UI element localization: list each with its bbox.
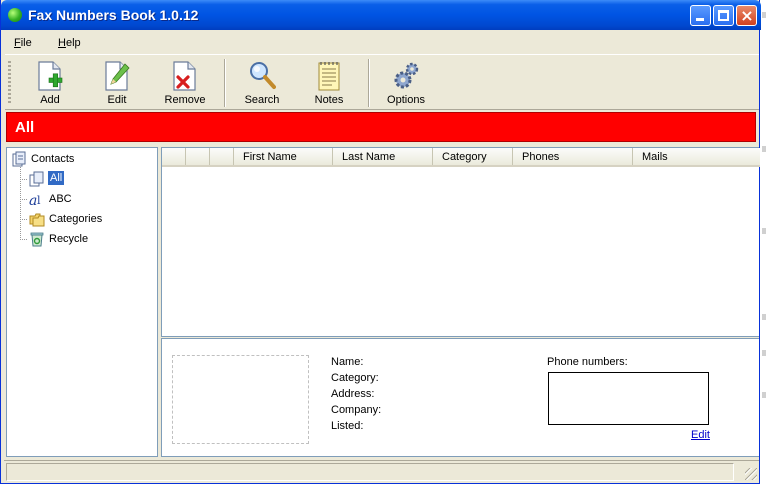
column-header-flag[interactable] [210,148,234,165]
app-window: Fax Numbers Book 1.0.12 × File Help Add [0,0,761,484]
svg-text:l: l [37,194,41,207]
contacts-tree[interactable]: Contacts All a l ABC Categories Recycle [6,147,158,457]
minimize-icon [696,18,704,21]
contact-details-panel: Name: Category: Address: Company: Listed… [161,338,759,457]
edit-label: Edit [107,94,127,106]
resize-grip-icon[interactable] [745,468,757,480]
grid-header: First Name Last Name Category Phones Mai… [162,148,760,167]
column-header-last-name[interactable]: Last Name [333,148,433,165]
phone-numbers-label: Phone numbers: [547,356,628,368]
background-strip [760,0,766,486]
maximize-button[interactable] [713,5,734,26]
category-label: Category: [331,372,379,384]
column-header-mails[interactable]: Mails [633,148,760,165]
edge-mark [762,314,766,320]
menu-bar: File Help [4,33,758,53]
edge-mark [762,228,766,234]
name-label: Name: [331,356,364,368]
contacts-book-icon [12,151,26,167]
column-header-icon[interactable] [186,148,210,165]
column-header-category[interactable]: Category [433,148,513,165]
close-button[interactable]: × [736,5,757,26]
tree-item-contacts[interactable]: Contacts [11,150,151,168]
tree-label-contacts: Contacts [31,153,75,165]
tree-item-abc[interactable]: a l ABC [29,190,149,208]
remove-button[interactable]: Remove [153,57,217,109]
edge-mark [762,350,766,356]
add-label: Add [40,94,60,106]
tree-label-all: All [48,171,65,185]
close-icon: × [740,6,754,25]
edge-mark [762,392,766,398]
tree-connector [20,239,28,240]
search-button[interactable]: Search [230,57,294,109]
remove-label: Remove [164,94,206,106]
toolbar: Add Edit Remove Search Notes Options [5,54,759,110]
recycle-bin-icon [30,232,44,247]
contacts-grid[interactable]: First Name Last Name Category Phones Mai… [161,147,760,337]
edit-button[interactable]: Edit [85,57,149,109]
listed-label: Listed: [331,420,364,432]
column-header-first-name[interactable]: First Name [234,148,333,165]
documents-icon [29,171,44,187]
contact-photo-placeholder[interactable] [172,355,309,444]
notes-label: Notes [314,94,344,106]
maximize-icon [718,10,729,21]
banner-title: All [15,119,35,136]
app-icon[interactable] [8,8,22,22]
title-bar[interactable]: Fax Numbers Book 1.0.12 × [1,0,761,30]
column-label: Phones [522,151,560,163]
toolbar-separator [368,59,370,107]
toolbar-grip[interactable] [8,61,11,105]
tree-connector [20,179,28,180]
column-header-phones[interactable]: Phones [513,148,633,165]
remove-contact-icon [173,61,196,91]
tree-item-recycle[interactable]: Recycle [29,230,149,248]
edit-pencil-icon [105,61,130,91]
gears-icon [394,62,419,89]
group-banner: All [6,112,756,142]
search-label: Search [244,94,280,106]
menu-file-label: ile [20,37,32,49]
menu-help-label: elp [65,37,81,49]
tree-label-abc: ABC [49,193,72,205]
menu-file-accel: F [14,37,21,49]
tree-label-categories: Categories [49,213,103,225]
add-button[interactable]: Add [18,57,82,109]
column-header-indicator[interactable] [162,148,186,165]
minimize-button[interactable] [690,5,711,26]
notes-icon [318,62,340,91]
folders-icon [29,213,45,227]
alphabet-icon: a l [29,193,41,207]
edge-mark [762,12,766,18]
menu-help[interactable]: Help [58,37,81,49]
search-icon [250,62,276,89]
tree-connector [20,219,28,220]
menu-help-accel: H [58,37,66,49]
company-label: Company: [331,404,382,416]
address-label: Address: [331,388,375,400]
column-label: Mails [642,151,668,163]
tree-label-recycle: Recycle [49,233,89,245]
status-bar [4,460,759,482]
tree-item-categories[interactable]: Categories [29,210,149,228]
window-title: Fax Numbers Book 1.0.12 [28,7,199,23]
tree-item-all[interactable]: All [29,170,149,188]
add-contact-icon [38,61,63,91]
edge-mark [762,146,766,152]
toolbar-separator [224,59,226,107]
menu-file[interactable]: File [14,37,32,49]
status-pane [6,463,734,481]
edit-phones-link[interactable]: Edit [691,429,710,441]
tree-connector [20,199,28,200]
column-label: Category [442,151,487,163]
options-button[interactable]: Options [374,57,438,109]
column-label: Last Name [342,151,396,163]
notes-button[interactable]: Notes [297,57,361,109]
options-label: Options [387,94,425,106]
phone-numbers-box[interactable] [548,372,709,425]
column-label: First Name [243,151,297,163]
